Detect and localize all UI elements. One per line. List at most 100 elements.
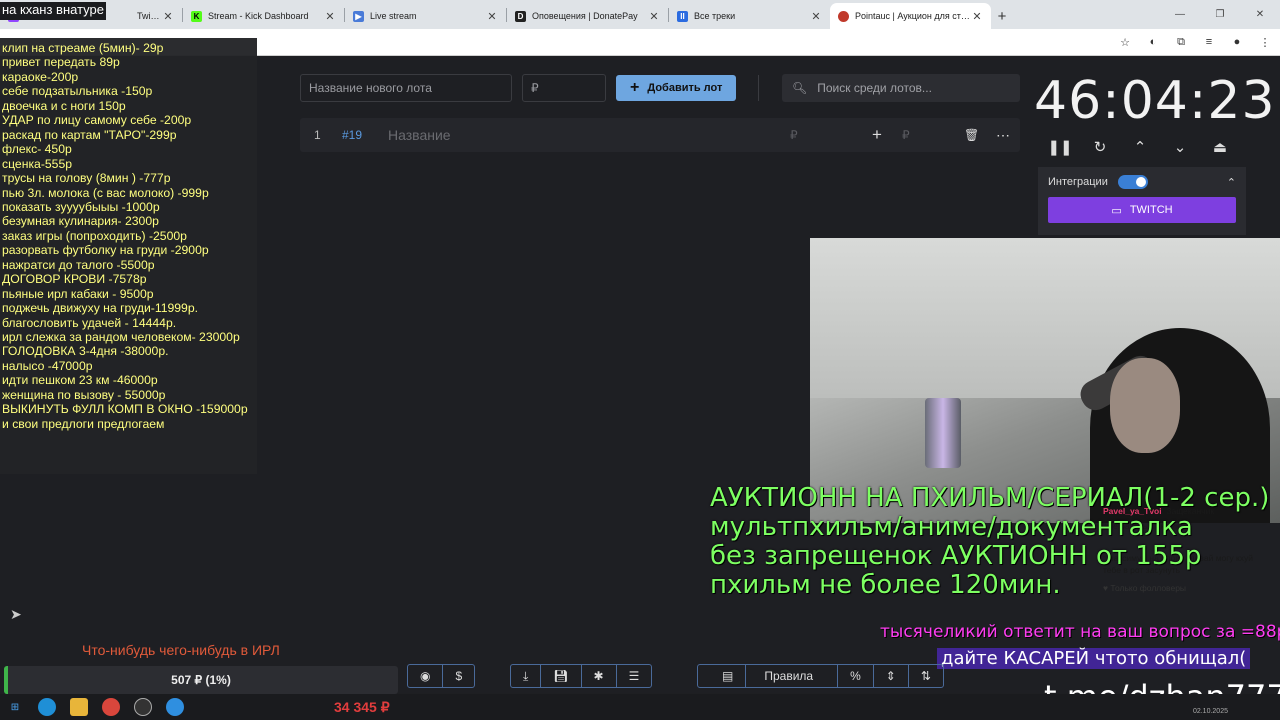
bug-icon[interactable]: ✱ (582, 665, 617, 687)
search-icon: 🔍︎ (792, 81, 808, 95)
percent-icon[interactable]: % (838, 665, 874, 687)
clear-list-icon[interactable]: ☰ (617, 665, 652, 687)
price-list-item: двоечка и с ноги 150р (2, 98, 126, 113)
lot-price-input[interactable]: ₽ (522, 74, 606, 102)
tab-live-stream[interactable]: ▶ Live stream ✕ (345, 3, 506, 29)
tracks-tab-icon: II (677, 10, 688, 22)
close-icon[interactable]: ✕ (486, 10, 498, 23)
screen: Twitch ✕ K Stream - Kick Dashboard ✕ ▶ L… (0, 0, 1280, 720)
close-icon[interactable]: ✕ (810, 10, 822, 23)
add-amount-currency: ₽ (902, 128, 910, 142)
auction-info-overlay: АУКТИОНН НА ПХИЛЬМ/СЕРИАЛ(1-2 сер.) муль… (710, 484, 1269, 600)
minimize-icon[interactable]: — (1160, 0, 1200, 29)
price-list-item: ВЫКИНУТЬ ФУЛЛ КОМП В ОКНО -159000р (2, 402, 248, 417)
price-list-item: поджечь движуху на груди-11999р. (2, 301, 198, 316)
total-label: 507 ₽ (1%) (171, 673, 231, 687)
sort-icon[interactable]: ⇅ (909, 665, 943, 687)
price-list-item: ирл слежка за рандом человеком- 23000р (2, 330, 240, 344)
close-window-icon[interactable]: ✕ (1240, 0, 1280, 29)
decrease-icon[interactable]: ⌄ (1170, 135, 1190, 159)
kick-tab-icon: K (191, 10, 202, 22)
irl-caption: Что-нибудь чего-нибудь в ИРЛ (82, 642, 280, 658)
donation-total: 34 345 ₽ (334, 699, 390, 715)
tab-pointauc[interactable]: Pointauc | Аукцион для стримеров ✕ (830, 3, 991, 29)
save-icon[interactable]: 💾︎ (541, 665, 582, 687)
more-icon[interactable]: ⋯ (996, 127, 1010, 144)
add-amount-icon[interactable]: + (872, 125, 882, 145)
integrations-label: Интеграции (1048, 176, 1108, 188)
lot-search-input[interactable]: 🔍︎ Поиск среди лотов... (782, 74, 1020, 102)
price-list-item: караоке-200р (2, 69, 79, 84)
twitch-label: TWITCH (1129, 204, 1173, 216)
integrations-header: Интеграции ⌃ (1038, 167, 1246, 197)
auction-line: мультпхильм/аниме/документалка (710, 512, 1193, 542)
chevron-up-icon[interactable]: ⌃ (1227, 176, 1236, 189)
tab-donatepay[interactable]: D Оповещения | DonatePay ✕ (507, 3, 668, 29)
tab-kick-dashboard[interactable]: K Stream - Kick Dashboard ✕ (183, 3, 344, 29)
tab-title: Оповещения | DonatePay (532, 11, 638, 21)
search-placeholder: Поиск среди лотов... (817, 81, 932, 95)
github-icon[interactable]: ◉ (408, 665, 444, 687)
maximize-icon[interactable]: ❐ (1200, 0, 1240, 29)
toolbar-icons: ☆ ◐ ⧉ ≡ ● ⋮ (1116, 33, 1274, 51)
close-icon[interactable]: ✕ (971, 10, 983, 23)
browser-tab-bar: Twitch ✕ K Stream - Kick Dashboard ✕ ▶ L… (0, 0, 1280, 29)
eject-icon[interactable]: ⏏ (1210, 135, 1230, 159)
tab-title: Live stream (370, 11, 417, 21)
divider (758, 75, 760, 101)
close-icon[interactable]: ✕ (324, 10, 336, 23)
tab-title: Stream - Kick Dashboard (208, 11, 309, 21)
avatar[interactable]: ● (1228, 33, 1246, 51)
lot-name-input[interactable]: Название нового лота (300, 74, 512, 102)
lot-index: 1 (314, 128, 321, 142)
lot-amount-currency: ₽ (790, 128, 798, 142)
tab-all-tracks[interactable]: II Все треки ✕ (669, 3, 830, 29)
price-list-item: сценка-555р (2, 156, 72, 171)
lot-name-field[interactable]: Название (388, 127, 451, 143)
download-icon[interactable]: ⤓ (511, 665, 542, 687)
reset-icon[interactable]: ↻ (1090, 135, 1110, 159)
price-list-item: налысо -47000р (2, 358, 93, 373)
chrome-icon[interactable] (102, 698, 120, 716)
media-icon[interactable]: ≡ (1200, 33, 1218, 51)
pause-icon[interactable]: ❚❚ (1047, 135, 1072, 159)
twitch-icon: ▭ (1111, 204, 1122, 217)
app-icon[interactable] (166, 698, 184, 716)
plus-icon: + (630, 79, 640, 96)
telegram-icon[interactable]: ➤ (10, 606, 22, 623)
cam-person (1110, 358, 1180, 453)
rules-icon: ▤ (710, 665, 747, 687)
window-controls: — ❐ ✕ (1160, 0, 1280, 29)
menu-icon[interactable]: ⋮ (1256, 33, 1274, 51)
increase-icon[interactable]: ⌃ (1130, 135, 1150, 159)
new-tab-button[interactable]: + (991, 3, 1013, 29)
price-list-item: УДАР по лицу самому себе -200р (2, 113, 192, 128)
delete-icon[interactable]: 🗑︎ (964, 128, 979, 142)
lot-id: #19 (342, 128, 363, 142)
overlay-title: на кханз внатуре (0, 2, 106, 20)
price-list-item: безумная кулинария- 2300р (2, 214, 159, 229)
rules-button[interactable]: ▤ Правила (698, 665, 839, 687)
edge-icon[interactable] (38, 698, 56, 716)
puzzle-icon[interactable]: ⧉ (1172, 33, 1190, 51)
dollar-icon[interactable]: $ (443, 665, 474, 687)
lot-row: 1 #19 Название ₽ + ₽ 🗑︎ ⋯ (300, 118, 1020, 152)
add-lot-button[interactable]: + Добавить лот (616, 75, 737, 101)
price-list-item: привет передать 89р (2, 55, 120, 70)
donatepay-tab-icon: D (515, 10, 526, 22)
windows-taskbar: ⊞ (0, 694, 1280, 720)
twitch-button[interactable]: ▭ TWITCH (1048, 197, 1236, 223)
price-list-item: показать зуууубыыы -1000р (2, 199, 160, 214)
close-icon[interactable]: ✕ (162, 10, 174, 23)
price-list-item: и свои предлоги предлогаем (2, 416, 165, 431)
folder-icon[interactable] (70, 698, 88, 716)
timer-controls: ❚❚ ↻ ⌃ ⌄ ⏏ (1047, 135, 1230, 159)
extension-icon[interactable]: ◐ (1144, 33, 1162, 51)
integrations-toggle[interactable] (1117, 175, 1148, 189)
close-icon[interactable]: ✕ (648, 10, 660, 23)
windows-start-icon[interactable]: ⊞ (6, 698, 24, 716)
bookmark-star-icon[interactable]: ☆ (1116, 33, 1134, 51)
price-list-item: разорвать футболку на груди -2900р (2, 243, 209, 258)
compress-icon[interactable]: ⇕ (874, 665, 909, 687)
obs-icon[interactable] (134, 698, 152, 716)
